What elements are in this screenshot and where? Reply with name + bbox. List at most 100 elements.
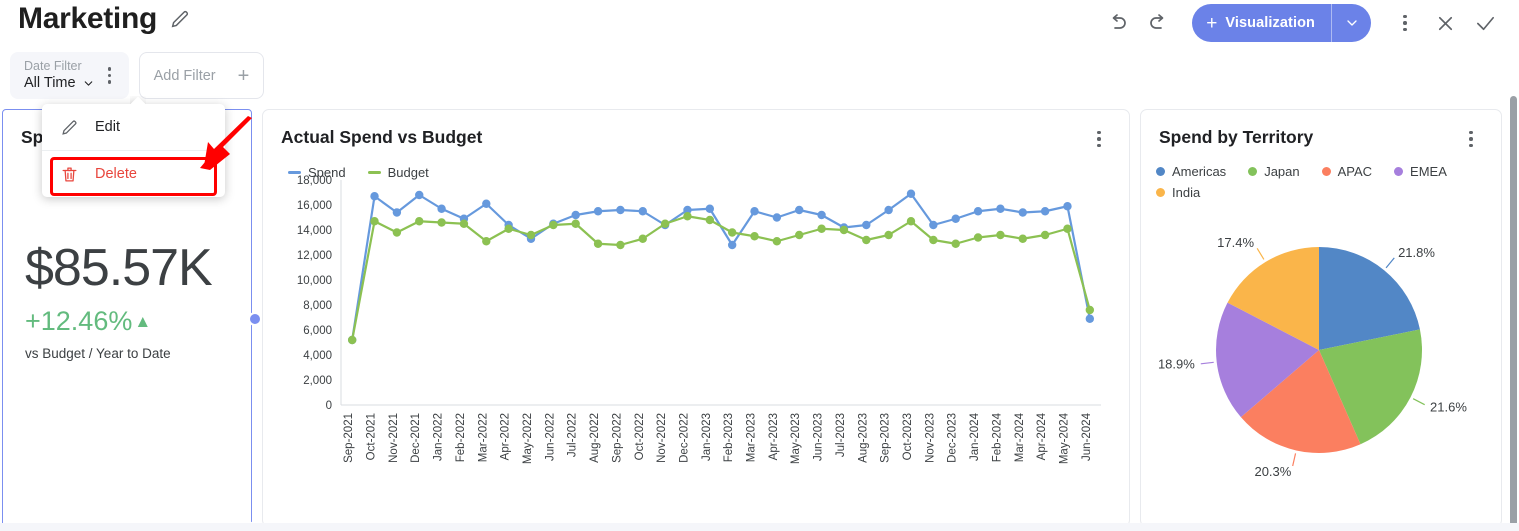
line-chart-plot: 0 2,000 4,000 6,000 8,000 10,000 12,000 14,000 1… [263,170,1129,525]
title-group: Marketing [18,2,191,36]
svg-text:Dec-2023: Dec-2023 [947,413,959,463]
legend-label: APAC [1337,164,1373,179]
legend-item-japan[interactable]: Japan [1248,164,1300,179]
svg-text:Apr-2024: Apr-2024 [1036,412,1048,460]
svg-text:Nov-2023: Nov-2023 [924,413,936,463]
pencil-icon[interactable] [169,8,191,30]
app-header: Marketing + Visualization [0,0,1519,46]
svg-text:Jun-2023: Jun-2023 [813,413,825,461]
date-filter-menu-button[interactable] [95,56,125,96]
svg-text:May-2024: May-2024 [1058,412,1070,464]
kpi-value: $85.57K [25,239,213,297]
svg-text:14,000: 14,000 [297,225,332,237]
svg-text:12,000: 12,000 [297,250,332,262]
more-vertical-icon [1469,130,1473,148]
add-visualization-main[interactable]: + Visualization [1192,4,1331,42]
svg-text:Jun-2022: Jun-2022 [544,413,556,461]
legend-label: Japan [1264,164,1300,179]
chevron-down-icon[interactable] [1331,4,1371,42]
pie-chart-legend: Americas Japan APAC EMEA India [1141,151,1501,200]
svg-text:Feb-2023: Feb-2023 [723,413,735,462]
pie-chart-plot: 21.8% 21.6% 20.3% 18.9% 17.4% [1141,202,1501,502]
menu-item-edit-label: Edit [95,119,120,135]
kpi-delta-value: +12.46% [25,306,133,336]
header-actions: + Visualization [1098,0,1505,46]
header-more-button[interactable] [1385,3,1425,43]
plus-icon: + [1206,12,1218,34]
svg-text:10,000: 10,000 [297,275,332,287]
svg-text:Nov-2022: Nov-2022 [656,413,668,463]
line-chart-header: Actual Spend vs Budget [263,110,1129,151]
svg-text:Dec-2021: Dec-2021 [410,413,422,463]
add-filter-button[interactable]: Add Filter + [138,52,265,99]
svg-text:Jun-2024: Jun-2024 [1081,412,1093,461]
date-filter-chip[interactable]: Date Filter All Time [10,52,129,99]
pie-chart-card[interactable]: Spend by Territory Americas Japan APAC EMEA… [1140,109,1502,527]
svg-text:21.6%: 21.6% [1430,399,1467,414]
trash-icon [62,167,77,181]
more-vertical-icon [107,67,112,84]
svg-text:8,000: 8,000 [303,300,332,312]
date-filter-label: Date Filter [24,59,82,73]
vertical-scrollbar[interactable] [1510,96,1517,526]
svg-text:Sep-2023: Sep-2023 [880,413,892,463]
pencil-icon [62,120,77,135]
svg-text:20.3%: 20.3% [1254,464,1291,479]
legend-label: India [1172,185,1201,200]
legend-item-apac[interactable]: APAC [1321,164,1373,179]
svg-text:18.9%: 18.9% [1158,356,1195,371]
svg-text:Mar-2024: Mar-2024 [1014,412,1026,462]
chevron-down-icon [84,81,92,86]
svg-text:Mar-2023: Mar-2023 [746,413,758,462]
svg-text:Apr-2023: Apr-2023 [768,413,780,460]
svg-text:Aug-2022: Aug-2022 [589,413,601,463]
more-vertical-icon [1097,130,1101,148]
legend-swatch [1394,167,1404,176]
svg-text:Sep-2021: Sep-2021 [343,413,355,463]
line-chart-more-button[interactable] [1085,127,1113,151]
legend-swatch [1248,167,1258,176]
more-vertical-icon [1403,14,1407,32]
svg-text:Oct-2021: Oct-2021 [366,413,378,460]
annotation-arrow [200,116,252,170]
legend-item-americas[interactable]: Americas [1156,164,1226,179]
svg-text:Jan-2024: Jan-2024 [969,412,981,461]
svg-text:Feb-2024: Feb-2024 [991,412,1003,462]
svg-text:Oct-2023: Oct-2023 [902,413,914,460]
legend-item-emea[interactable]: EMEA [1394,164,1447,179]
svg-text:Jan-2022: Jan-2022 [433,413,445,461]
canvas-bottom-strip [0,523,1519,531]
svg-text:Dec-2022: Dec-2022 [678,413,690,463]
svg-text:Sep-2022: Sep-2022 [611,413,623,463]
svg-text:Jul-2022: Jul-2022 [567,413,579,457]
add-visualization-label: Visualization [1225,15,1315,31]
date-filter-value[interactable]: All Time [24,75,95,92]
legend-swatch [1156,167,1165,176]
trend-up-icon: ▲ [134,311,152,331]
svg-text:May-2022: May-2022 [522,413,534,464]
svg-text:4,000: 4,000 [303,350,332,362]
filter-bar: Date Filter All Time Add Filter + [10,52,265,99]
undo-button[interactable] [1098,3,1138,43]
plus-icon: + [237,64,250,87]
cancel-button[interactable] [1425,3,1465,43]
svg-text:2,000: 2,000 [303,375,332,387]
pie-chart-header: Spend by Territory [1141,110,1501,151]
pie-chart-more-button[interactable] [1457,127,1485,151]
kpi-card-body: $85.57K +12.46% ▲ vs Budget / Year to Da… [3,238,251,361]
svg-text:Aug-2023: Aug-2023 [857,413,869,463]
svg-text:Mar-2022: Mar-2022 [477,413,489,462]
kpi-delta: +12.46% ▲ [25,304,229,338]
add-visualization-button[interactable]: + Visualization [1192,4,1371,42]
line-chart-title: Actual Spend vs Budget [281,127,483,147]
svg-text:16,000: 16,000 [297,200,332,212]
legend-label: EMEA [1410,164,1447,179]
menu-item-delete-label: Delete [95,166,137,182]
legend-item-india[interactable]: India [1156,185,1200,200]
line-chart-card[interactable]: Actual Spend vs Budget Spend Budget 0 2,00… [262,109,1130,527]
resize-handle-right[interactable] [248,312,262,326]
svg-text:17.4%: 17.4% [1217,235,1254,250]
confirm-button[interactable] [1465,3,1505,43]
svg-text:0: 0 [326,400,332,412]
redo-button[interactable] [1138,3,1178,43]
